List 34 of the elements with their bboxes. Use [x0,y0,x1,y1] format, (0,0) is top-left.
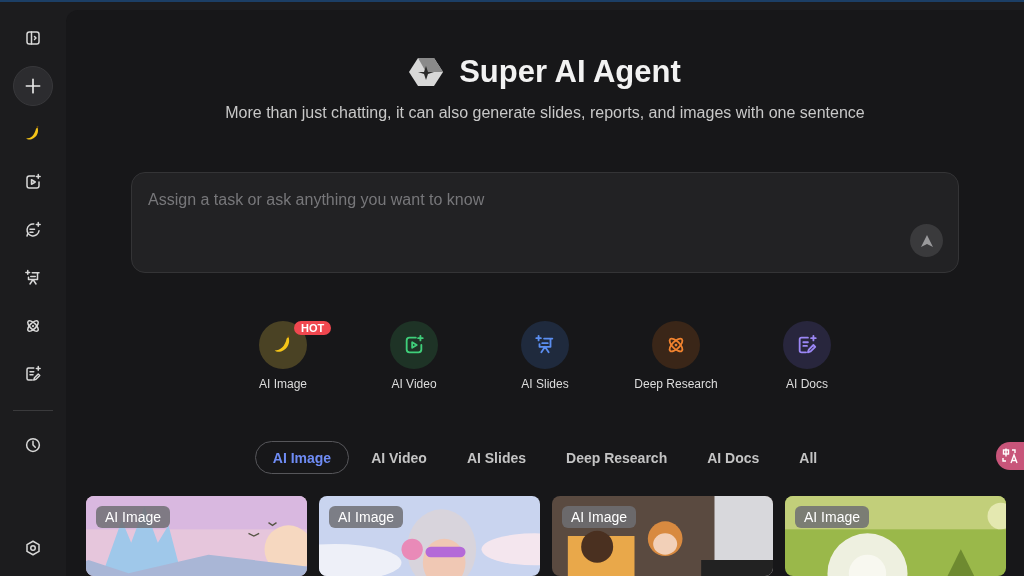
logo-icon [409,57,444,87]
document-edit-icon[interactable] [24,365,42,383]
document-edit-icon[interactable] [796,334,818,356]
chat-sparkle-icon[interactable] [24,221,42,239]
category-badge: AI Image [795,506,870,528]
prompt-field[interactable]: Assign a task or ask anything you want to know [131,172,959,273]
category-tab[interactable]: All [781,441,836,474]
video-sparkle-icon[interactable] [403,334,425,356]
category-badge: AI Image [562,506,637,528]
new-chat-button[interactable] [13,66,53,106]
plus-icon [23,76,43,96]
category-tab[interactable]: AI Slides [448,441,545,474]
feature-shortcut[interactable]: AI Slides [495,321,595,391]
category-tab[interactable]: AI Video [353,441,445,474]
page-title: Super AI Agent [459,54,681,90]
presentation-icon[interactable] [24,269,42,287]
hot-badge: HOT [294,321,332,335]
translate-button[interactable] [996,442,1024,470]
category-badge: AI Image [96,506,171,528]
video-sparkle-icon[interactable] [24,173,42,191]
translate-icon [1002,448,1018,464]
category-tab[interactable]: Deep Research [548,441,686,474]
category-badge: AI Image [329,506,404,528]
feature-shortcut[interactable]: AI Video [364,321,464,391]
atom-icon[interactable] [24,317,42,335]
sidebar-toggle-icon[interactable] [24,29,42,47]
feature-shortcut[interactable]: HOT AI Image [233,321,333,391]
send-icon [919,233,934,248]
settings-icon[interactable] [24,539,42,557]
feature-shortcut[interactable]: AI Docs [757,321,857,391]
history-icon[interactable] [24,436,42,454]
category-tab[interactable]: AI Docs [689,441,778,474]
page-subtitle: More than just chatting, it can also generate slides, reports, and images with one sentence [225,104,865,122]
feature-shortcut[interactable]: Deep Research [626,321,726,391]
